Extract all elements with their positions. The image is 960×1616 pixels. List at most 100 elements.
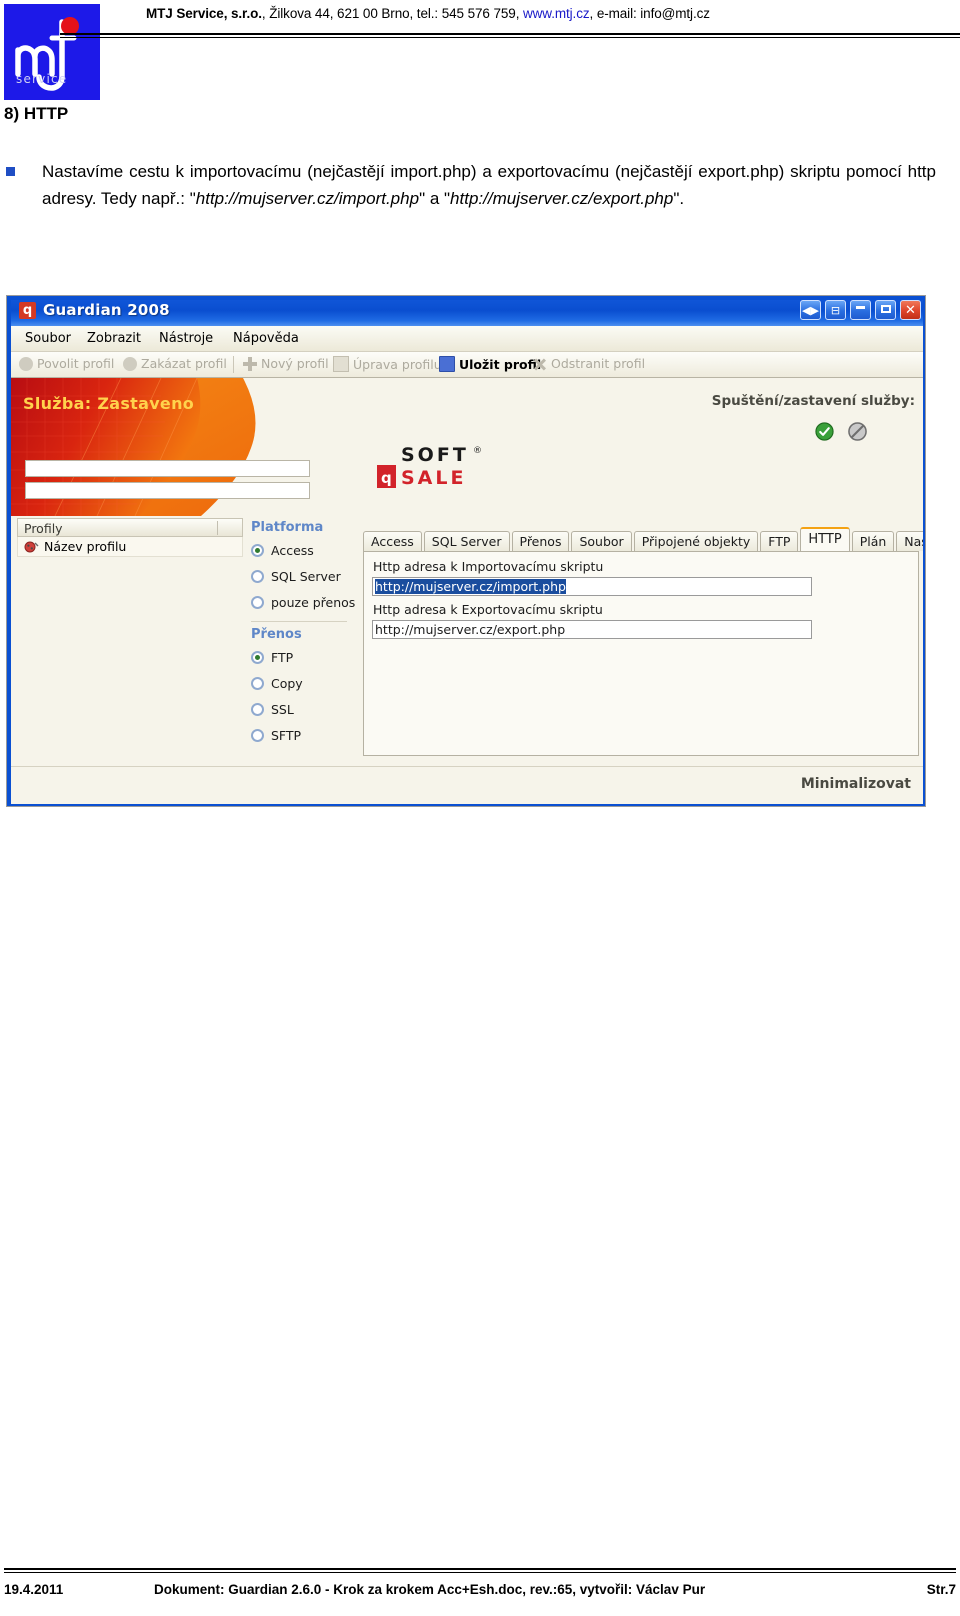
profiles-pane: Profily Název profilu	[17, 518, 243, 764]
header-email-link[interactable]: info@mtj.cz	[640, 6, 710, 21]
profiles-header-label: Profily	[24, 521, 63, 536]
radio-label-ftp: FTP	[271, 649, 294, 665]
settings-tab-area: Access SQL Server Přenos Soubor Připojen…	[363, 516, 925, 764]
svg-text:q: q	[381, 469, 392, 487]
toolbar-button-uprava-profilu[interactable]: Úprava profilu	[333, 356, 442, 372]
bullet-paragraph-text: Nastavíme cestu k importovacímu (nejčast…	[42, 158, 936, 212]
menu-item-soubor[interactable]: Soubor	[25, 331, 71, 346]
banner-input-field-2[interactable]	[25, 482, 310, 499]
tab-http[interactable]: HTTP	[800, 527, 850, 551]
page-header: service MTJ Service, s.r.o., Žilkova 44,…	[0, 0, 960, 104]
delete-x-icon	[533, 357, 547, 371]
service-status-text: Služba: Zastaveno	[23, 394, 195, 413]
radio-button-sql-server[interactable]	[251, 569, 264, 583]
window-titlebar: q Guardian 2008 ◀▶ ⊟ ✕	[7, 296, 925, 326]
platform-group-title: Platforma	[251, 520, 324, 535]
header-website-link[interactable]: www.mtj.cz	[523, 6, 590, 21]
save-disk-icon	[439, 356, 455, 372]
minimize-link[interactable]: Minimalizovat	[801, 776, 911, 792]
toolbar-button-novy-profil[interactable]: Nový profil	[243, 356, 329, 371]
import-script-input[interactable]: http://mujserver.cz/import.php	[372, 577, 812, 596]
play-icon	[19, 356, 33, 371]
guardian-application-window: q Guardian 2008 ◀▶ ⊟ ✕ Soubor Zobrazit N…	[6, 295, 926, 807]
profiles-header-divider	[217, 521, 218, 535]
close-button[interactable]: ✕	[900, 300, 921, 320]
service-control-label: Spuštění/zastavení služby:	[711, 393, 915, 409]
radio-label-copy: Copy	[271, 675, 303, 691]
radio-option-ssl[interactable]: SSL	[251, 696, 359, 722]
bullet-text-part3: ".	[673, 189, 685, 208]
radio-button-ftp[interactable]	[251, 650, 264, 664]
bullet-import-url: http://mujserver.cz/import.php	[195, 189, 420, 208]
radio-button-ssl[interactable]	[251, 702, 264, 716]
tab-nastaveni[interactable]: Nastavení	[896, 531, 925, 551]
toolbar-label-novy-profil: Nový profil	[261, 356, 329, 371]
banner-input-field-1[interactable]	[25, 460, 310, 477]
profiles-column-header: Profily	[17, 518, 243, 537]
export-script-label: Http adresa k Exportovacímu skriptu	[373, 602, 603, 617]
header-contact-line: MTJ Service, s.r.o., Žilkova 44, 621 00 …	[146, 6, 956, 21]
radio-button-access[interactable]	[251, 543, 264, 557]
service-status-banner: Služba: Zastaveno q SOFT ® SALE Spuštění…	[11, 378, 923, 516]
radio-option-sql-server[interactable]: SQL Server	[251, 563, 359, 589]
collapse-expand-button[interactable]: ◀▶	[800, 300, 821, 320]
panel-toggle-button[interactable]: ⊟	[825, 300, 846, 320]
footer-date: 19.4.2011	[4, 1582, 64, 1597]
tabstrip: Access SQL Server Přenos Soubor Připojen…	[363, 527, 925, 551]
svg-text:SOFT: SOFT	[401, 444, 469, 466]
radio-option-pouze-prenos[interactable]: pouze přenos	[251, 589, 359, 615]
list-item[interactable]: Název profilu	[17, 537, 243, 557]
radio-label-sql-server: SQL Server	[271, 568, 341, 584]
softsale-brand-logo: q SOFT ® SALE	[377, 444, 482, 489]
toolbar-button-odstranit-profil[interactable]: Odstranit profil	[533, 356, 645, 371]
export-script-input[interactable]: http://mujserver.cz/export.php	[372, 620, 812, 639]
maximize-button[interactable]	[875, 300, 896, 320]
app-icon: q	[19, 302, 36, 319]
radio-option-ftp[interactable]: FTP	[251, 644, 359, 670]
options-divider	[251, 621, 347, 622]
header-divider-thick	[60, 33, 960, 35]
toolbar-label-povolit-profil: Povolit profil	[37, 356, 115, 371]
svg-text:SALE: SALE	[401, 467, 466, 489]
radio-button-copy[interactable]	[251, 676, 264, 690]
tab-prenos[interactable]: Přenos	[511, 531, 570, 551]
header-address: , Žilkova 44, 621 00 Brno, tel.: 545 576…	[261, 6, 523, 21]
menu-item-zobrazit[interactable]: Zobrazit	[87, 331, 141, 346]
toolbar-button-ulozit-profil[interactable]: Uložit profil	[439, 356, 541, 372]
toolbar: Povolit profil Zakázat profil Nový profi…	[11, 352, 923, 378]
window-title: Guardian 2008	[43, 301, 170, 319]
header-email-prefix: , e-mail:	[589, 6, 641, 21]
section-heading: 8) HTTP	[4, 104, 69, 123]
menu-item-napoveda[interactable]: Nápověda	[233, 331, 299, 346]
minimize-button[interactable]	[850, 300, 871, 320]
toolbar-label-ulozit-profil: Uložit profil	[459, 356, 542, 372]
radio-option-access[interactable]: Access	[251, 537, 359, 563]
menu-item-nastroje[interactable]: Nástroje	[159, 331, 213, 346]
radio-option-sftp[interactable]: SFTP	[251, 722, 359, 748]
toolbar-label-zakazat-profil: Zakázat profil	[141, 356, 227, 371]
export-script-value: http://mujserver.cz/export.php	[375, 622, 566, 637]
tab-access[interactable]: Access	[363, 531, 422, 551]
toolbar-label-uprava-profilu: Úprava profilu	[353, 356, 442, 372]
profile-icon	[24, 541, 39, 552]
toolbar-button-zakazat-profil[interactable]: Zakázat profil	[123, 356, 227, 371]
stop-service-icon[interactable]	[848, 422, 867, 441]
import-script-label: Http adresa k Importovacímu skriptu	[373, 559, 604, 574]
toolbar-button-povolit-profil[interactable]: Povolit profil	[19, 356, 114, 371]
tab-sql-server[interactable]: SQL Server	[423, 531, 510, 551]
radio-button-pouze-prenos[interactable]	[251, 595, 264, 609]
radio-button-sftp[interactable]	[251, 728, 264, 742]
tab-pripojene-objekty[interactable]: Připojené objekty	[633, 531, 759, 551]
svg-text:®: ®	[473, 446, 482, 456]
tab-ftp[interactable]: FTP	[760, 531, 799, 551]
main-content-row: Profily Název profilu Platforma Access S…	[11, 516, 925, 766]
tab-soubor[interactable]: Soubor	[571, 531, 632, 551]
start-service-icon[interactable]	[815, 422, 834, 441]
footer-page: Str.7	[926, 1582, 956, 1597]
window-footer: Minimalizovat	[11, 766, 923, 804]
tab-plan[interactable]: Plán	[851, 531, 895, 551]
footer-divider-thin	[4, 1572, 956, 1573]
header-divider-thin	[60, 37, 960, 38]
radio-option-copy[interactable]: Copy	[251, 670, 359, 696]
footer-document: Dokument: Guardian 2.6.0 - Krok za kroke…	[154, 1582, 706, 1597]
